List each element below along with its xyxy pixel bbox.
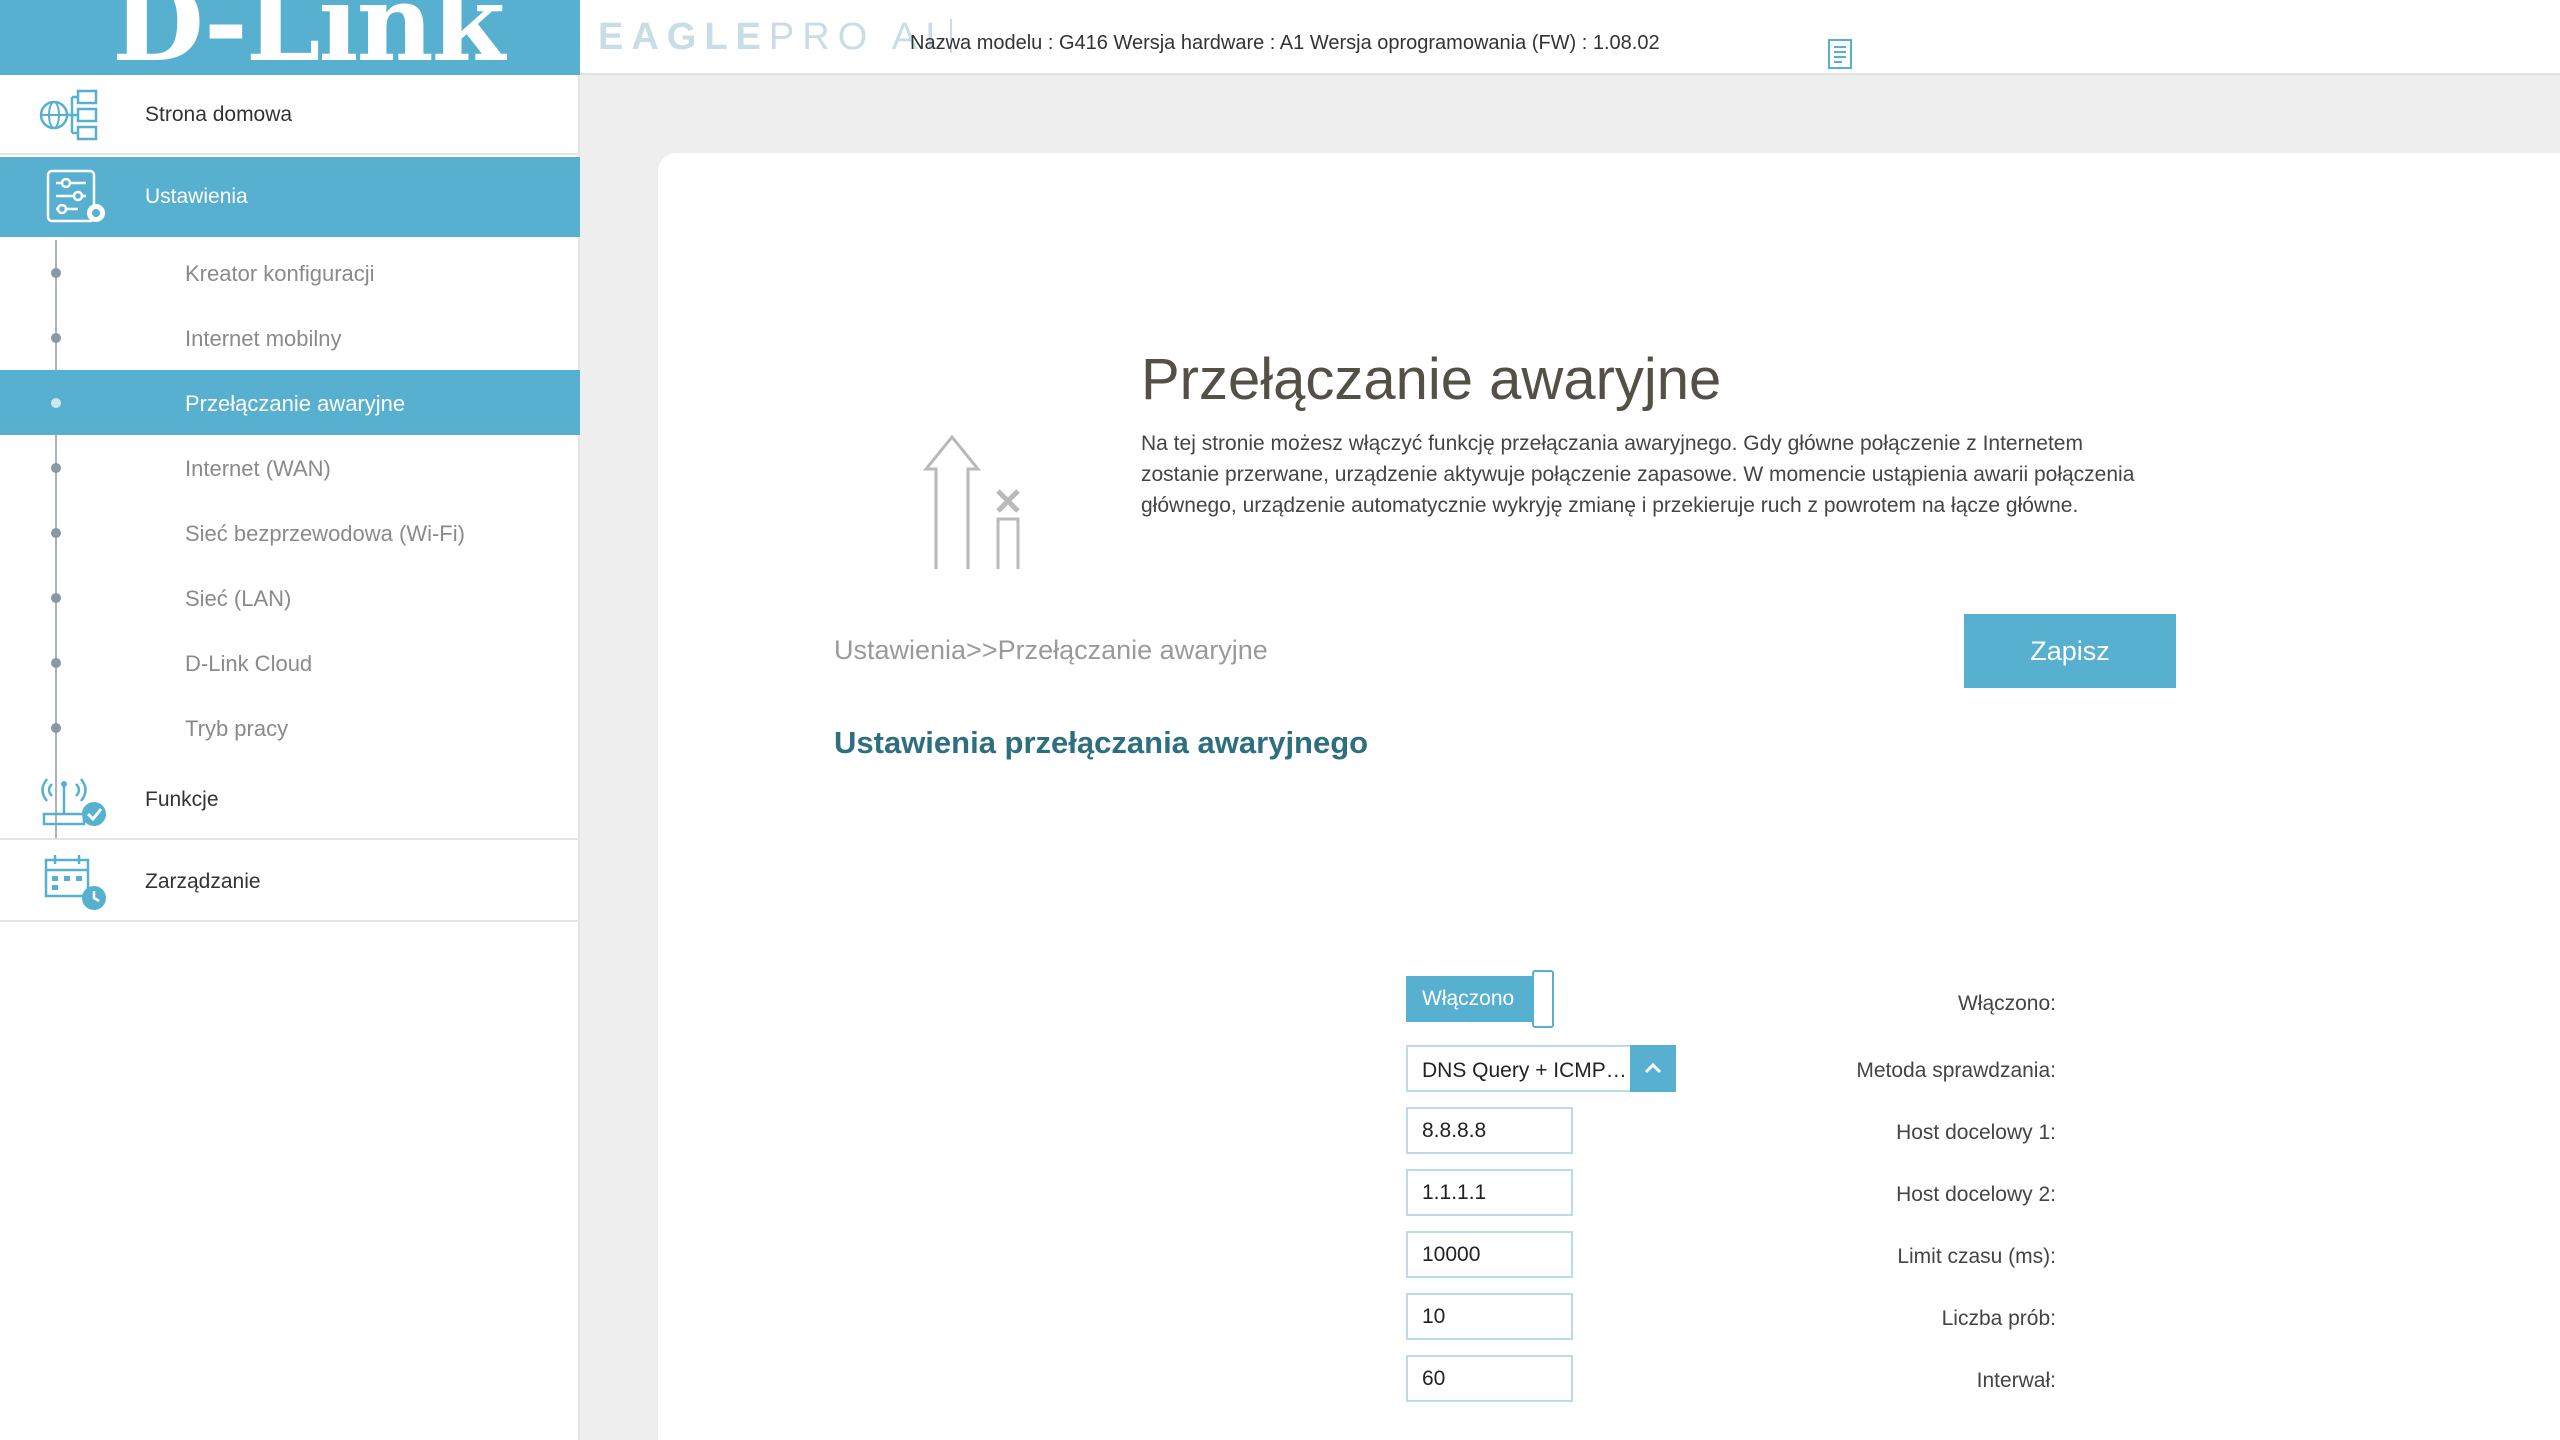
sidebar-subitem-label: Sieć bezprzewodowa (Wi-Fi) [185, 521, 465, 546]
page-description: Na tej stronie możesz włączyć funkcję pr… [1141, 432, 2135, 517]
sidebar-subitem-label: Internet (WAN) [185, 456, 331, 481]
sidebar-subitem-label: Sieć (LAN) [185, 586, 292, 611]
section-title: Ustawienia przełączania awaryjnego [834, 725, 1369, 760]
sidebar-item-label: Strona domowa [145, 103, 293, 126]
sidebar-subitem-label: Przełączanie awaryjne [185, 391, 406, 416]
settings-sliders-icon [46, 169, 105, 223]
sidebar-subitem-internet-wan[interactable]: Internet (WAN) [0, 435, 580, 500]
host1-row: Host docelowy 1: [658, 1107, 2560, 1157]
host2-input[interactable] [1406, 1169, 1573, 1216]
tree-dot [51, 333, 61, 343]
sidebar-subitem-wifi[interactable]: Sieć bezprzewodowa (Wi-Fi) [0, 500, 580, 565]
enabled-row: Włączono: Włączono [658, 970, 2560, 1028]
document-icon[interactable] [1827, 38, 1853, 70]
tree-dot [51, 593, 61, 603]
router-check-icon [41, 778, 106, 826]
sidebar-item-settings[interactable]: Ustawienia [0, 157, 580, 237]
interval-row: Interwał: [658, 1355, 2560, 1405]
sidebar-subitem-operation-mode[interactable]: Tryb pracy [0, 695, 580, 760]
host1-label: Host docelowy 1: [1896, 1121, 2056, 1144]
tree-dot [51, 398, 61, 408]
breadcrumb: Ustawienia>>Przełączanie awaryjne [834, 635, 1268, 665]
host1-input[interactable] [1406, 1107, 1573, 1154]
timeout-label: Limit czasu (ms): [1897, 1245, 2056, 1268]
tree-dot [51, 268, 61, 278]
sidebar-item-management[interactable]: Zarządzanie [0, 842, 580, 922]
sidebar-item-home[interactable]: Strona domowa [0, 75, 580, 155]
home-network-icon [39, 89, 98, 141]
tree-dot [51, 528, 61, 538]
top-bar: D-Link ® EAGLEPRO AI Nazwa modelu : G416… [0, 0, 2560, 75]
method-select[interactable]: DNS Query + ICMP… [1406, 1045, 1676, 1092]
sidebar-subitem-label: Internet mobilny [185, 326, 342, 351]
toggle-on-label: Włączono [1406, 976, 1534, 1022]
host2-row: Host docelowy 2: [658, 1169, 2560, 1219]
method-label: Metoda sprawdzania: [1856, 1059, 2056, 1082]
sidebar-item-features[interactable]: Funkcje [0, 760, 580, 840]
interval-label: Interwał: [1976, 1369, 2056, 1392]
failover-arrows-icon [922, 434, 1020, 569]
sidebar-subitem-mobile-internet[interactable]: Internet mobilny [0, 305, 580, 370]
sidebar-item-label: Zarządzanie [145, 870, 261, 893]
logo-text: D-Link [112, 0, 505, 75]
sidebar-subitem-label: D-Link Cloud [185, 651, 313, 676]
dlink-logo[interactable]: D-Link ® [0, 0, 580, 75]
content-card: Przełączanie awaryjne Na tej stronie moż… [658, 153, 2560, 1440]
host2-label: Host docelowy 2: [1896, 1183, 2056, 1206]
retries-label: Liczba prób: [1941, 1307, 2056, 1330]
calendar-clock-icon [44, 855, 106, 910]
product-logo-bold: EAGLE [598, 16, 769, 58]
page-title: Przełączanie awaryjne [1141, 347, 1722, 412]
logo-registered-mark: ® [446, 0, 462, 19]
toggle-knob[interactable] [1532, 970, 1554, 1028]
product-logo: EAGLEPRO AI [598, 16, 952, 59]
sidebar-subitem-dlink-cloud[interactable]: D-Link Cloud [0, 630, 580, 695]
sidebar-subitem-label: Tryb pracy [185, 716, 289, 741]
sidebar-item-label: Ustawienia [145, 185, 248, 208]
sidebar-subitem-lan[interactable]: Sieć (LAN) [0, 565, 580, 630]
model-info: Nazwa modelu : G416 Wersja hardware : A1… [910, 32, 1660, 54]
sidebar-subitem-setup-wizard[interactable]: Kreator konfiguracji [0, 240, 580, 305]
sidebar-subitem-failover[interactable]: Przełączanie awaryjne [0, 370, 580, 435]
timeout-row: Limit czasu (ms): [658, 1231, 2560, 1281]
method-row: Metoda sprawdzania: DNS Query + ICMP… [658, 1045, 2560, 1095]
sidebar-subitem-label: Kreator konfiguracji [185, 261, 375, 286]
enabled-toggle[interactable]: Włączono [1406, 970, 1556, 1028]
tree-dot [51, 723, 61, 733]
interval-input[interactable] [1406, 1355, 1573, 1402]
tree-dot [51, 463, 61, 473]
enabled-label: Włączono: [1957, 992, 2056, 1015]
retries-input[interactable] [1406, 1293, 1573, 1340]
chevron-up-icon [1644, 1062, 1662, 1074]
retries-row: Liczba prób: [658, 1293, 2560, 1343]
tree-dot [51, 658, 61, 668]
timeout-input[interactable] [1406, 1231, 1573, 1278]
sidebar-item-label: Funkcje [145, 788, 219, 811]
save-button[interactable]: Zapisz [1964, 614, 2176, 688]
sidebar: Strona domowa Ustawienia Kreator konfigu… [0, 75, 580, 1440]
method-selected-value: DNS Query + ICMP… [1422, 1059, 1627, 1082]
method-dropdown-toggle[interactable] [1630, 1045, 1676, 1092]
